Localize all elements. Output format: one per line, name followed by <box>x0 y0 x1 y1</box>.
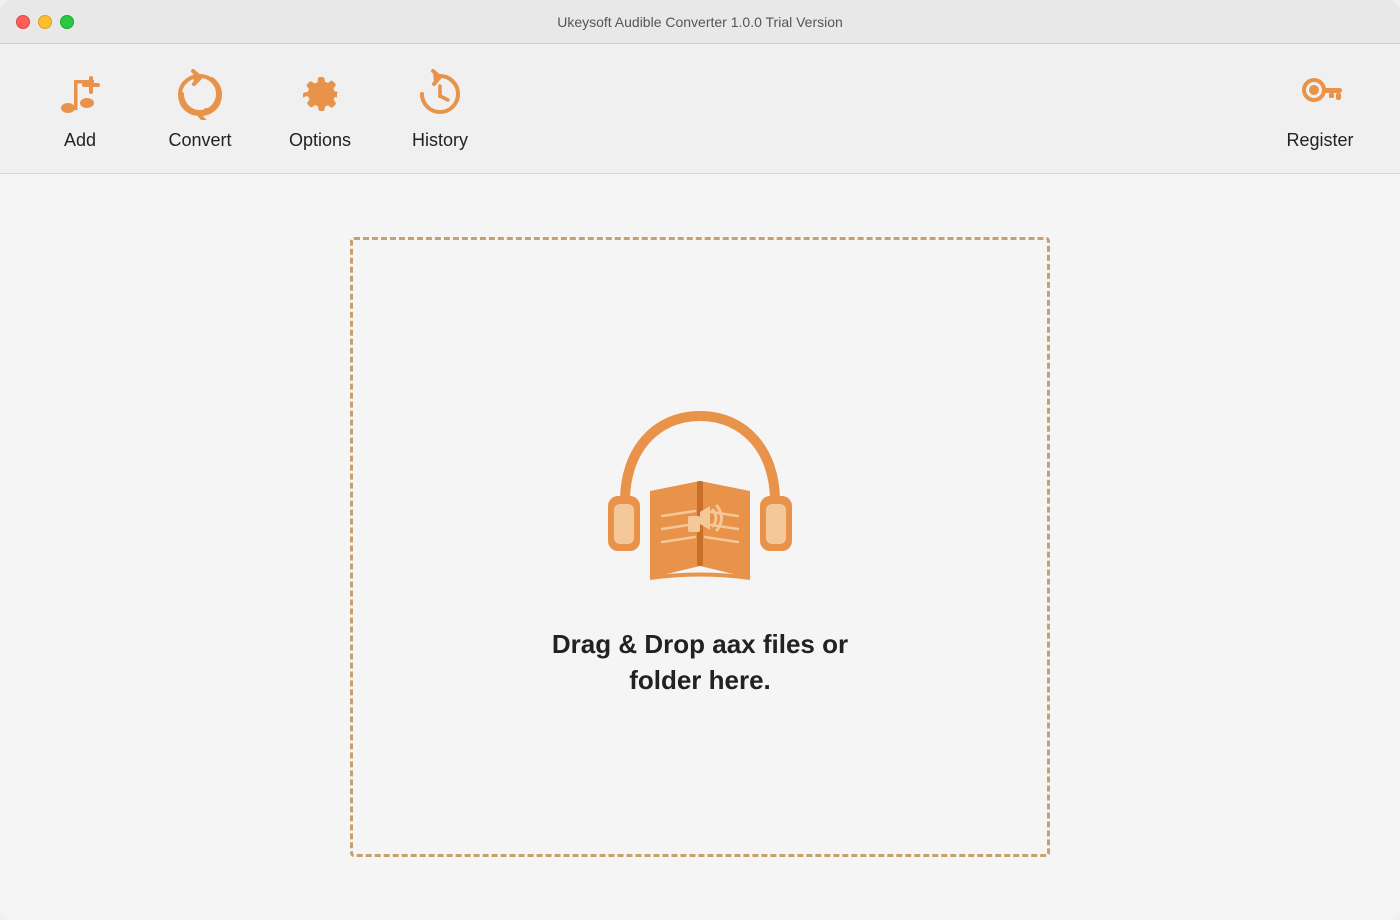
convert-label: Convert <box>168 130 231 151</box>
register-icon <box>1292 66 1348 122</box>
drop-zone-text: Drag & Drop aax files or folder here. <box>552 626 848 699</box>
add-label: Add <box>64 130 96 151</box>
drop-zone-illustration <box>590 396 810 596</box>
convert-icon <box>172 66 228 122</box>
register-button[interactable]: Register <box>1260 54 1380 164</box>
app-window: Ukeysoft Audible Converter 1.0.0 Trial V… <box>0 0 1400 920</box>
options-icon <box>292 66 348 122</box>
drop-zone[interactable]: Drag & Drop aax files or folder here. <box>350 237 1050 857</box>
maximize-button[interactable] <box>60 15 74 29</box>
options-label: Options <box>289 130 351 151</box>
title-bar: Ukeysoft Audible Converter 1.0.0 Trial V… <box>0 0 1400 44</box>
convert-button[interactable]: Convert <box>140 54 260 164</box>
traffic-lights <box>16 15 74 29</box>
history-label: History <box>412 130 468 151</box>
options-button[interactable]: Options <box>260 54 380 164</box>
window-title: Ukeysoft Audible Converter 1.0.0 Trial V… <box>557 14 843 30</box>
add-button[interactable]: Add <box>20 54 140 164</box>
add-icon <box>52 66 108 122</box>
register-label: Register <box>1286 130 1353 151</box>
history-icon <box>412 66 468 122</box>
main-content: Drag & Drop aax files or folder here. <box>0 174 1400 920</box>
close-button[interactable] <box>16 15 30 29</box>
minimize-button[interactable] <box>38 15 52 29</box>
history-button[interactable]: History <box>380 54 500 164</box>
toolbar: Add <box>0 44 1400 174</box>
